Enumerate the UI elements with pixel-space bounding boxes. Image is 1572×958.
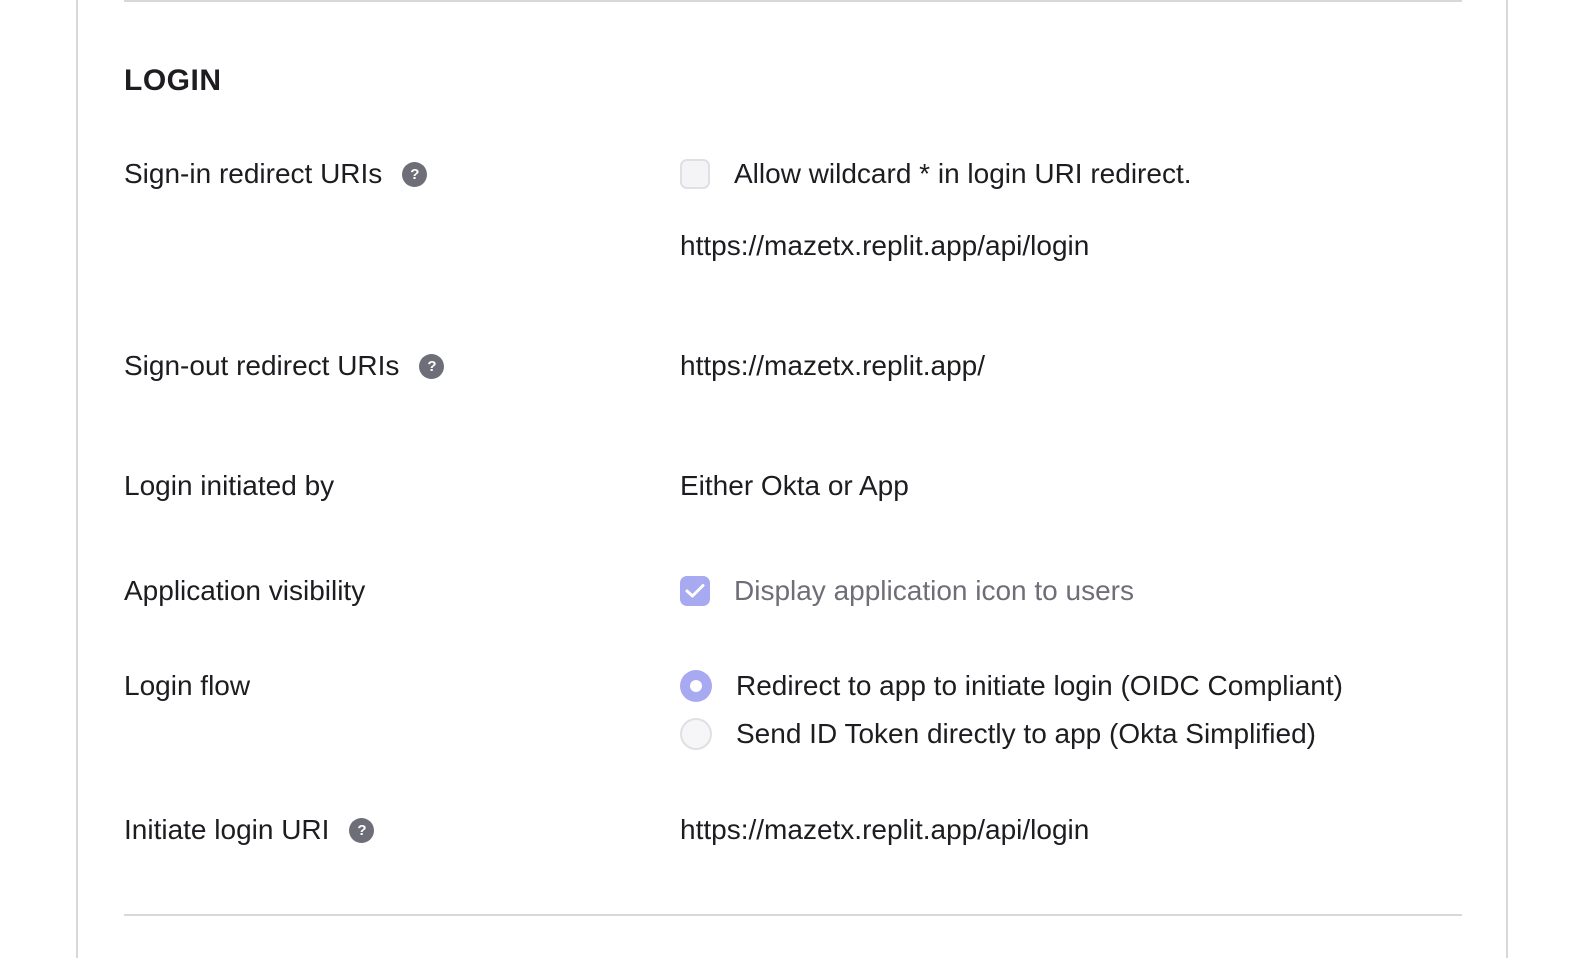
signin-redirect-label: Sign-in redirect URIs xyxy=(124,158,383,189)
signin-redirect-label-row: Sign-in redirect URIs ? xyxy=(124,158,428,190)
login-flow-radio-simplified-option[interactable]: Send ID Token directly to app (Okta Simp… xyxy=(680,718,1316,750)
login-initiated-by-value: Either Okta or App xyxy=(680,470,909,501)
wildcard-checkbox-option[interactable]: Allow wildcard * in login URI redirect. xyxy=(680,158,1192,190)
help-icon[interactable]: ? xyxy=(419,353,445,379)
signin-redirect-uri: https://mazetx.replit.app/api/login xyxy=(680,230,1090,261)
login-flow-label-row: Login flow xyxy=(124,670,250,702)
signout-redirect-uri: https://mazetx.replit.app/ xyxy=(680,350,986,381)
wildcard-checkbox[interactable] xyxy=(680,159,710,189)
initiate-login-uri-value: https://mazetx.replit.app/api/login xyxy=(680,814,1090,845)
login-initiated-by-label-row: Login initiated by xyxy=(124,470,334,502)
section-title: LOGIN xyxy=(124,64,222,97)
section-divider-bottom xyxy=(124,914,1462,916)
display-icon-checkbox-label: Display application icon to users xyxy=(734,575,1134,606)
app-visibility-label: Application visibility xyxy=(124,575,366,606)
wildcard-checkbox-label: Allow wildcard * in login URI redirect. xyxy=(734,158,1192,189)
help-icon[interactable]: ? xyxy=(349,817,375,843)
section-divider-top xyxy=(124,0,1462,2)
login-flow-radio-simplified-label: Send ID Token directly to app (Okta Simp… xyxy=(736,718,1316,749)
display-icon-checkbox[interactable] xyxy=(680,576,710,606)
checkmark-icon xyxy=(685,584,705,598)
login-flow-radio-simplified[interactable] xyxy=(680,718,712,750)
login-flow-label: Login flow xyxy=(124,670,251,701)
signout-redirect-label: Sign-out redirect URIs xyxy=(124,350,400,381)
login-initiated-by-label: Login initiated by xyxy=(124,470,335,501)
login-flow-radio-oidc-label: Redirect to app to initiate login (OIDC … xyxy=(736,670,1343,701)
display-icon-checkbox-option[interactable]: Display application icon to users xyxy=(680,575,1134,607)
initiate-login-uri-label-row: Initiate login URI ? xyxy=(124,814,375,846)
login-flow-radio-oidc-option[interactable]: Redirect to app to initiate login (OIDC … xyxy=(680,670,1343,702)
initiate-login-uri-label: Initiate login URI xyxy=(124,814,330,845)
login-flow-radio-oidc[interactable] xyxy=(680,670,712,702)
radio-dot xyxy=(690,680,702,692)
help-icon[interactable]: ? xyxy=(402,161,428,187)
signout-redirect-label-row: Sign-out redirect URIs ? xyxy=(124,350,445,382)
app-visibility-label-row: Application visibility xyxy=(124,575,365,607)
